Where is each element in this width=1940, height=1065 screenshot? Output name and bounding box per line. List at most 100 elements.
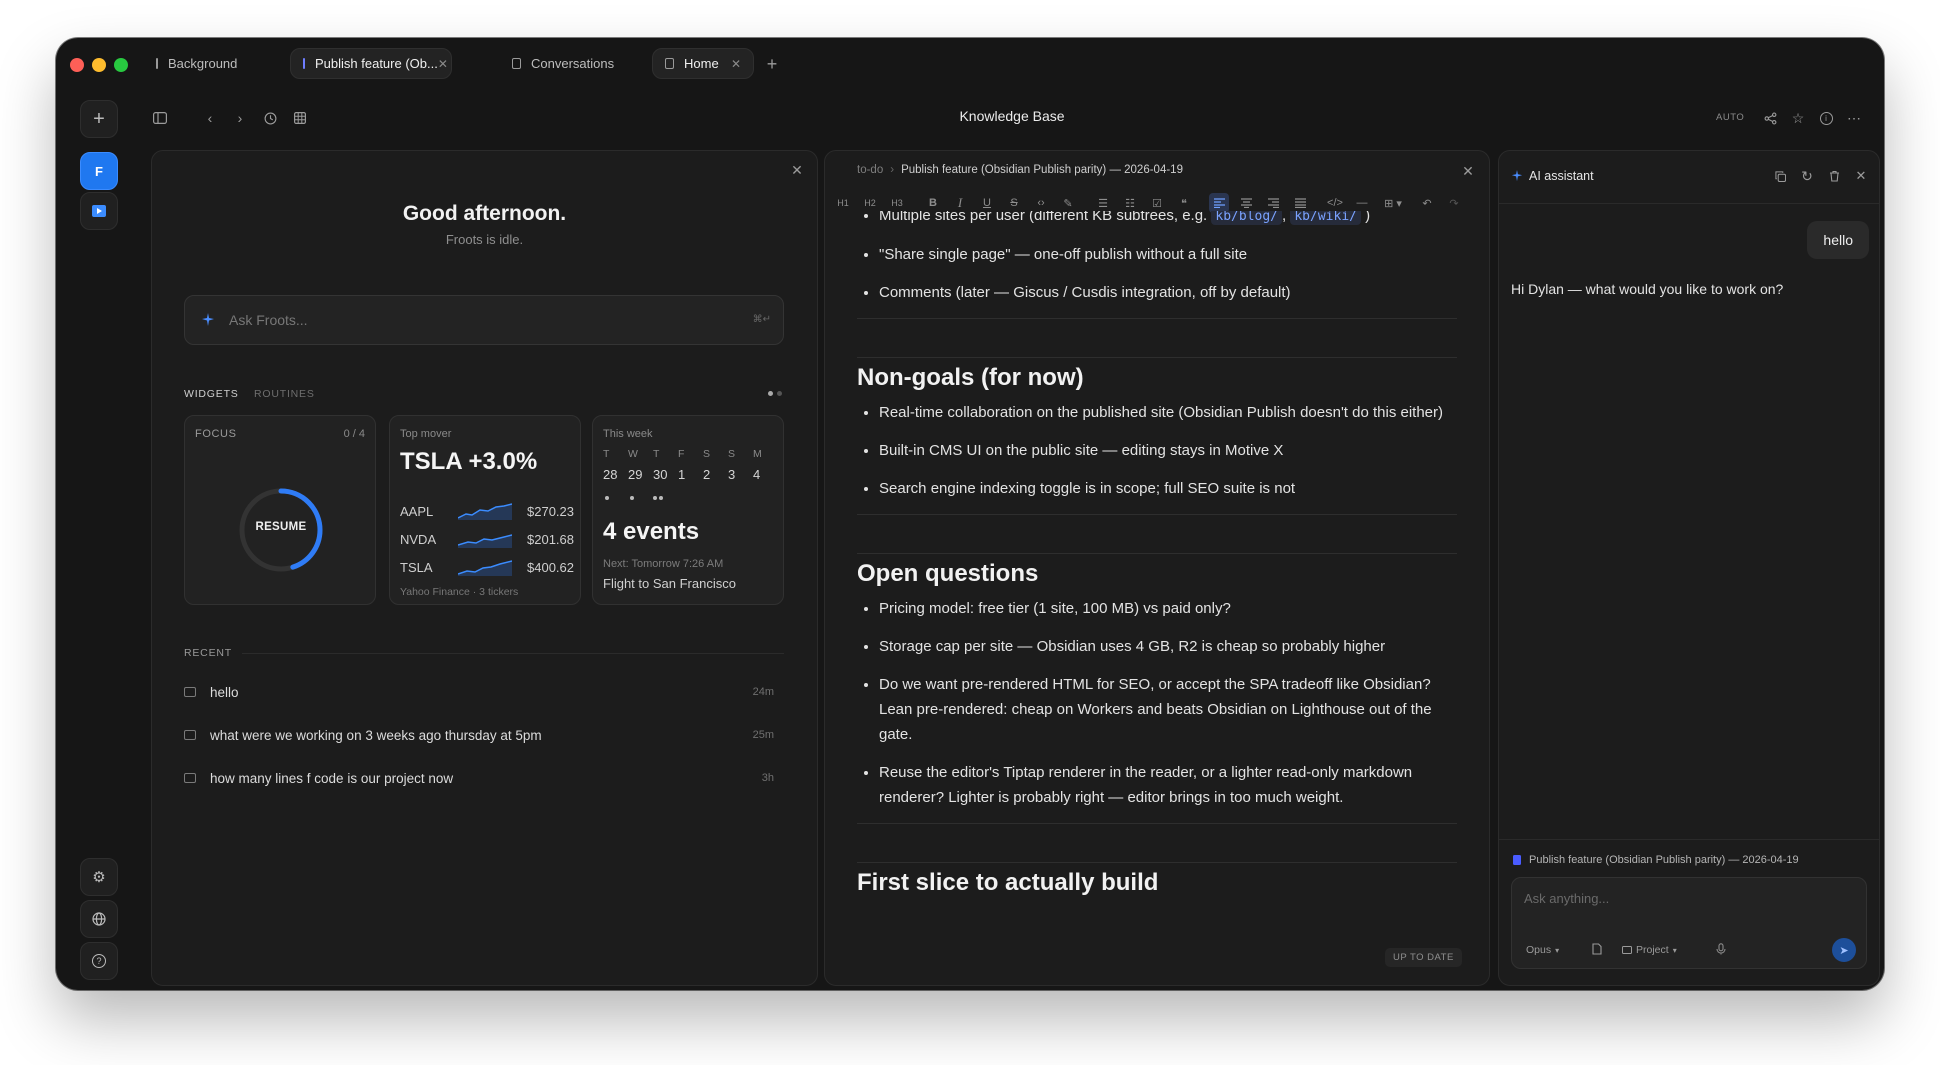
editor-panel: to-do › Publish feature (Obsidian Publis… (824, 150, 1490, 986)
heading-first-slice: First slice to actually build (857, 869, 1159, 896)
list-item: Multiple sites per user (different KB su… (879, 211, 1457, 229)
code-icon: ‹› (1037, 197, 1045, 209)
horizontal-rule-button[interactable]: — (1352, 193, 1372, 213)
auto-mode-label[interactable]: AUTO (1716, 112, 1744, 123)
tab-conversations[interactable]: Conversations (500, 48, 630, 79)
date-cell[interactable]: 1 (678, 467, 703, 482)
task-list-button[interactable]: ☑ (1147, 193, 1167, 213)
maximize-window-button[interactable] (114, 58, 128, 72)
date-cell[interactable]: 30 (653, 467, 678, 482)
more-options-button[interactable]: ⋯ (1844, 108, 1864, 128)
grid-view-button[interactable] (290, 108, 310, 128)
info-button[interactable]: i (1816, 108, 1836, 128)
attach-document-button[interactable] (1592, 942, 1602, 960)
widgets-tab[interactable]: WIDGETS (184, 388, 239, 400)
tab-background[interactable]: Background (144, 48, 244, 79)
breadcrumb-root[interactable]: to-do (857, 164, 883, 176)
numbered-list-button[interactable]: ☷ (1120, 193, 1140, 213)
list-item: Search engine indexing toggle is in scop… (879, 476, 1457, 501)
list-item-text: ) (1360, 211, 1371, 224)
focus-widget[interactable]: FOCUS 0 / 4 RESUME (184, 415, 376, 605)
back-button[interactable]: ‹ (200, 108, 220, 128)
close-window-button[interactable] (70, 58, 84, 72)
recent-conversation[interactable]: what were we working on 3 weeks ago thur… (184, 720, 774, 750)
heading-3-button[interactable]: H3 (887, 193, 907, 213)
send-button[interactable]: ➤ (1832, 938, 1856, 962)
close-editor-button[interactable]: ✕ (1459, 162, 1477, 180)
bold-button[interactable]: B (923, 193, 943, 213)
trash-icon (1829, 170, 1839, 182)
align-center-button[interactable] (1236, 193, 1256, 213)
delete-button[interactable] (1825, 167, 1843, 185)
recent-conversation[interactable]: how many lines f code is our project now… (184, 763, 774, 793)
resume-button[interactable]: RESUME (237, 521, 325, 533)
assistant-status: Froots is idle. (445, 232, 524, 247)
code-block-button[interactable]: </> (1325, 193, 1345, 213)
history-button[interactable] (260, 108, 280, 128)
settings-button[interactable]: ⚙ (80, 858, 118, 896)
close-tab-icon[interactable]: ✕ (438, 57, 448, 71)
toggle-sidebar-button[interactable] (150, 108, 170, 128)
chat-input[interactable]: Ask anything... Opus ▾ Project ▾ ➤ (1511, 877, 1867, 969)
chevron-down-icon: ▾ (1672, 945, 1677, 955)
quote-button[interactable]: ❝ (1174, 193, 1194, 213)
focus-label: FOCUS (195, 428, 237, 440)
date-cell[interactable]: 29 (628, 467, 653, 482)
italic-button[interactable]: I (950, 193, 970, 213)
tab-publish-feature[interactable]: Publish feature (Ob... ✕ (290, 48, 452, 79)
heading-2-button[interactable]: H2 (860, 193, 880, 213)
close-panel-button[interactable]: ✕ (788, 161, 806, 179)
ask-input[interactable]: Ask Froots... ⌘↵ (184, 295, 784, 345)
web-button[interactable] (80, 900, 118, 938)
underline-button[interactable]: U (977, 193, 997, 213)
recent-conversation[interactable]: hello 24m (184, 677, 774, 707)
undo-button[interactable]: ↶ (1417, 193, 1437, 213)
date-cell[interactable]: 3 (728, 467, 753, 482)
pager-dots[interactable] (768, 391, 782, 396)
clock-icon (264, 112, 276, 124)
project-selector[interactable]: Project ▾ (1622, 944, 1677, 956)
ticker-symbol: AAPL (400, 504, 434, 519)
new-tab-button[interactable]: + (762, 54, 782, 74)
context-document[interactable]: Publish feature (Obsidian Publish parity… (1513, 854, 1799, 866)
date-cell[interactable]: 28 (603, 467, 628, 482)
list-item-text: Multiple sites per user (different KB su… (879, 211, 1212, 224)
weekday: W (628, 448, 638, 460)
calendar-widget[interactable]: This week T W T F S S M 28 29 30 1 2 3 4 (592, 415, 784, 605)
align-left-button[interactable] (1209, 193, 1229, 213)
refresh-button[interactable]: ↻ (1798, 167, 1816, 185)
grid-icon (294, 112, 306, 124)
redo-button[interactable]: ↷ (1444, 193, 1464, 213)
minimize-window-button[interactable] (92, 58, 106, 72)
sparkline-chart (458, 503, 512, 520)
top-mover-widget[interactable]: Top mover TSLA +3.0% AAPL $270.23 NVDA $… (389, 415, 581, 605)
document-body[interactable]: Multiple sites per user (different KB su… (825, 211, 1489, 985)
new-item-button[interactable]: + (80, 100, 118, 138)
strikethrough-button[interactable]: S (1004, 193, 1024, 213)
align-right-button[interactable] (1263, 193, 1283, 213)
bullet-list-button[interactable]: ☰ (1093, 193, 1113, 213)
model-selector[interactable]: Opus ▾ (1526, 944, 1559, 956)
help-button[interactable]: ? (80, 942, 118, 980)
tab-home[interactable]: Home ✕ (652, 48, 754, 79)
share-button[interactable] (1760, 108, 1780, 128)
close-assistant-button[interactable]: ✕ (1852, 167, 1870, 185)
align-justify-button[interactable] (1290, 193, 1310, 213)
media-button[interactable] (80, 192, 118, 230)
workspace-initial: F (95, 163, 103, 179)
inline-code: kb/blog/ (1211, 211, 1283, 225)
weekday-row: T W T F S S M (603, 448, 779, 460)
date-cell[interactable]: 4 (753, 467, 778, 482)
inline-code-button[interactable]: ‹› (1031, 193, 1051, 213)
date-cell[interactable]: 2 (703, 467, 728, 482)
favorite-button[interactable]: ☆ (1788, 108, 1808, 128)
copy-button[interactable] (1771, 167, 1789, 185)
highlight-button[interactable]: ✎ (1058, 193, 1078, 213)
close-tab-icon[interactable]: ✕ (731, 57, 741, 71)
heading-1-button[interactable]: H1 (833, 193, 853, 213)
workspace-avatar[interactable]: F (80, 152, 118, 190)
routines-tab[interactable]: ROUTINES (254, 388, 315, 400)
forward-button[interactable]: › (230, 108, 250, 128)
voice-input-button[interactable] (1716, 942, 1726, 960)
table-button[interactable]: ⊞ ▾ (1379, 193, 1407, 213)
